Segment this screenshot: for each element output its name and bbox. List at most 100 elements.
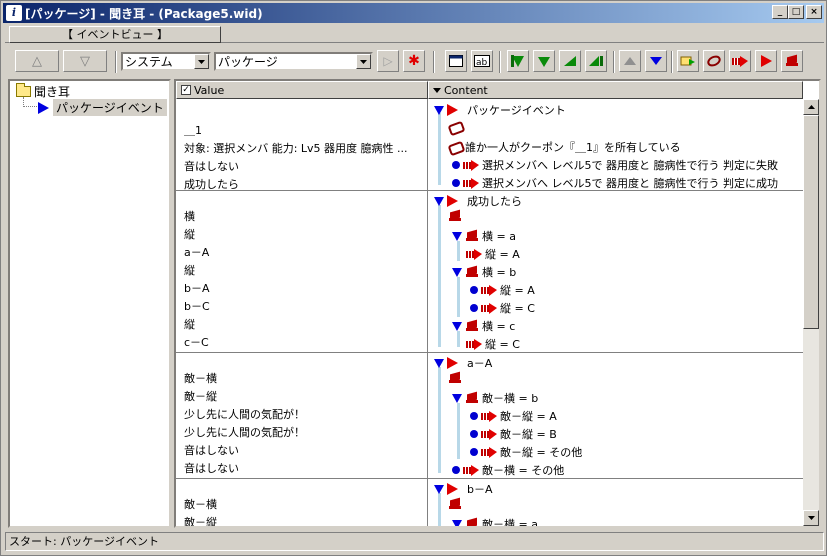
scroll-up-button[interactable] [803, 99, 819, 115]
content-row[interactable]: 縦 = C [470, 300, 535, 316]
value-cell[interactable]: 横 [184, 208, 195, 224]
value-cell[interactable]: 音はしない [184, 442, 239, 458]
value-cell[interactable]: ＿1 [184, 122, 202, 138]
step-flag-button[interactable] [781, 50, 803, 72]
value-cell[interactable]: 縦 [184, 316, 195, 332]
scroll-thumb[interactable] [803, 115, 819, 329]
branch-coupon-button[interactable] [703, 50, 725, 72]
expand-icon[interactable] [452, 519, 462, 526]
event-block[interactable]: 敵－横 敵－縦 b－A 敵－横 = a [176, 479, 803, 526]
expand-icon[interactable] [452, 393, 462, 403]
expand-icon[interactable] [434, 358, 444, 368]
vertical-scrollbar[interactable] [803, 99, 819, 526]
move-up-button[interactable]: △ [15, 50, 59, 72]
value-cell[interactable]: 少し先に人間の気配が！ [184, 406, 305, 422]
content-row[interactable]: 縦 = A [466, 246, 520, 262]
maximize-button[interactable]: □ [788, 5, 804, 19]
package-select[interactable]: パッケージ [214, 52, 373, 71]
tree-root-item[interactable]: 聞き耳 [16, 83, 70, 100]
link-start-button[interactable] [729, 50, 751, 72]
event-block[interactable]: ＿1 対象: 選択メンバ 能力: Lv5 器用度 臆病性 ... 音はしない 成… [176, 99, 803, 191]
tree-item-package-event[interactable]: パッケージイベント [38, 99, 167, 116]
content-row[interactable] [448, 372, 462, 384]
text-view-button[interactable]: ab [471, 50, 493, 72]
expand-icon[interactable] [452, 231, 462, 241]
content-row[interactable]: 成功したら [434, 193, 522, 209]
system-select[interactable]: システム [121, 52, 211, 71]
value-cell[interactable]: 縦 [184, 262, 195, 278]
link-arrow-icon [481, 446, 497, 458]
content-row[interactable]: パッケージイベント [434, 102, 566, 118]
window-view-button[interactable] [445, 50, 467, 72]
value-cell[interactable]: 少し先に人間の気配が！ [184, 424, 305, 440]
title-bar[interactable]: i [パッケージ] - 聞き耳 - (Package5.wid) _ □ × [3, 3, 824, 23]
value-cell[interactable]: 敵－横 [184, 370, 217, 386]
value-column-header[interactable]: ✓ Value [176, 81, 428, 99]
green-double-icon [589, 56, 603, 66]
content-row[interactable]: 敵－縦 = その他 [470, 444, 582, 460]
value-cell[interactable]: 成功したら [184, 176, 239, 192]
minimize-button[interactable]: _ [772, 5, 788, 19]
event-block[interactable]: 敵－横 敵－縦 少し先に人間の気配が！ 少し先に人間の気配が！ 音はしない 音は… [176, 353, 803, 479]
content-row[interactable]: b－A [434, 481, 493, 497]
move-down-button[interactable]: ▽ [63, 50, 107, 72]
content-row[interactable]: 敵－横 = b [452, 390, 538, 406]
bullet-icon [470, 286, 478, 294]
content-row[interactable]: a－A [434, 355, 492, 371]
start-button[interactable]: ▷ [377, 50, 399, 72]
value-cell[interactable]: b－A [184, 280, 210, 296]
value-cell[interactable]: 対象: 選択メンバ 能力: Lv5 器用度 臆病性 ... [184, 140, 408, 156]
value-cell[interactable]: 縦 [184, 226, 195, 242]
flag-icon [465, 518, 479, 526]
chevron-down-icon[interactable] [194, 54, 209, 69]
goto-start-button[interactable]: ✱ [403, 50, 425, 72]
content-row[interactable]: 敵－縦 = B [470, 426, 557, 442]
close-button[interactable]: × [806, 5, 822, 19]
sort-arrow-icon [433, 87, 441, 93]
content-row[interactable]: 敵－縦 = A [470, 408, 557, 424]
value-checkbox[interactable]: ✓ [181, 85, 191, 95]
content-row[interactable]: 敵－横 = その他 [452, 462, 564, 478]
value-cell[interactable]: c－C [184, 334, 209, 350]
move-item-up-button[interactable] [619, 50, 641, 72]
expand-icon[interactable] [452, 321, 462, 331]
content-row[interactable] [448, 498, 462, 510]
insert-button[interactable] [559, 50, 581, 72]
insert-after-button[interactable] [585, 50, 607, 72]
scroll-down-button[interactable] [803, 510, 819, 526]
expand-icon[interactable] [434, 105, 444, 115]
content-column-header[interactable]: Content [428, 81, 803, 99]
value-cell[interactable]: 音はしない [184, 158, 239, 174]
content-row[interactable]: 縦 = A [470, 282, 535, 298]
content-row[interactable]: 縦 = C [466, 336, 520, 352]
set-coupon-button[interactable] [677, 50, 699, 72]
expand-icon[interactable] [452, 267, 462, 277]
content-row[interactable]: 選択メンバへ レベル5で 器用度と 臆病性で行う 判定に成功 [452, 175, 778, 191]
expand-icon[interactable] [434, 484, 444, 494]
tree-guide [438, 493, 441, 526]
start-marker-button[interactable] [755, 50, 777, 72]
content-row[interactable]: 選択メンバへ レベル5で 器用度と 臆病性で行う 判定に失敗 [452, 157, 778, 173]
content-row[interactable]: 横 = b [452, 264, 516, 280]
content-row[interactable] [448, 121, 462, 133]
chevron-down-icon[interactable] [356, 54, 371, 69]
content-row[interactable] [448, 210, 462, 222]
content-row[interactable]: 敵－横 = a [452, 516, 538, 526]
toolbar: △ ▽ システム パッケージ ▷ ✱ ab [5, 48, 824, 76]
value-cell[interactable]: a－A [184, 244, 209, 260]
tab-event-view[interactable]: 【 イベントビュー 】 [9, 26, 221, 43]
content-row[interactable]: 横 = a [452, 228, 516, 244]
expand-icon[interactable] [434, 196, 444, 206]
value-cell[interactable]: 音はしない [184, 460, 239, 476]
event-block[interactable]: 横 縦 a－A 縦 b－A b－C 縦 c－C 成功したら 横 = a 縦 = … [176, 191, 803, 353]
add-content-button[interactable] [533, 50, 555, 72]
content-row[interactable]: 横 = c [452, 318, 515, 334]
move-item-down-button[interactable] [645, 50, 667, 72]
content-row[interactable]: 誰か一人がクーポン『＿1』を所有している [448, 139, 681, 155]
value-cell[interactable]: 敵－縦 [184, 514, 217, 526]
value-cell[interactable]: 敵－横 [184, 496, 217, 512]
value-cell[interactable]: 敵－縦 [184, 388, 217, 404]
coupon-icon [448, 121, 462, 133]
value-cell[interactable]: b－C [184, 298, 210, 314]
add-branch-button[interactable] [507, 50, 529, 72]
